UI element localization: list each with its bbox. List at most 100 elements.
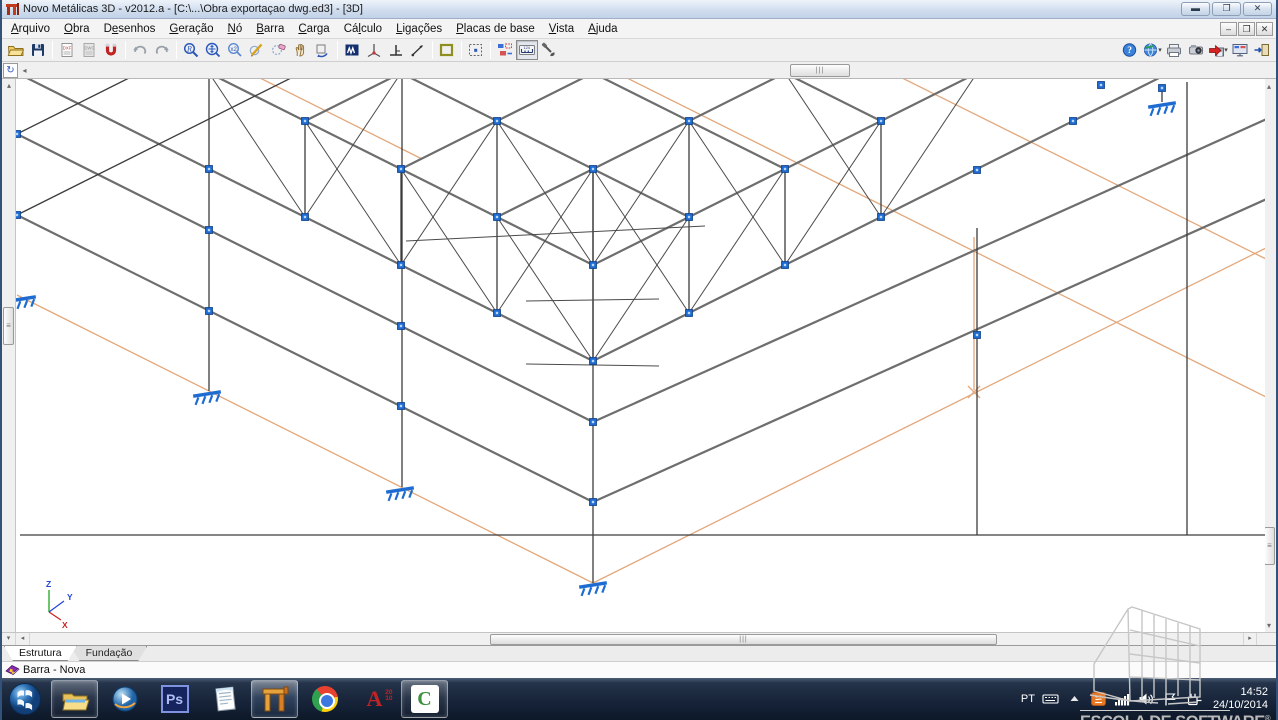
start-button[interactable] (5, 679, 45, 719)
structure-canvas[interactable]: ZYX (16, 79, 1265, 632)
pan-button[interactable] (290, 40, 312, 60)
workspace: ↻ ◂ ||| ▴ ≡ ▴ ≡ ▾ ZYX ESCOLA DE (2, 62, 1276, 632)
menu-ajuda[interactable]: Ajuda (581, 21, 624, 37)
snap-grid-button[interactable] (465, 40, 487, 60)
keyboard-icon[interactable] (1042, 691, 1059, 707)
taskbar-photoshop[interactable]: Ps (151, 680, 198, 718)
bottom-scrollbar: ▾ ◂ ||| ▸ (2, 632, 1276, 645)
dropdown-arrow-icon[interactable]: ▾ (1158, 46, 1162, 54)
status-text: Barra - Nova (23, 664, 85, 676)
taskbar-autocad[interactable]: A2010 (351, 680, 398, 718)
svg-text:?: ? (1127, 46, 1132, 56)
tab-funda-o[interactable]: Fundação (71, 646, 148, 661)
toolbar-separator (432, 41, 433, 59)
layer-config-button[interactable] (494, 40, 516, 60)
power-plug-icon[interactable] (1186, 691, 1203, 707)
mdi-minimize-button[interactable]: – (1220, 22, 1237, 36)
scroll-left-arrow[interactable]: ◂ (18, 63, 31, 78)
svg-text:x2: x2 (231, 47, 238, 53)
command-book-icon (4, 663, 20, 677)
print-button[interactable] (1163, 40, 1185, 60)
network-signal-icon[interactable] (1114, 691, 1131, 707)
left-scrollbar-thumb[interactable]: ≡ (3, 307, 14, 345)
zoom-previous-button[interactable]: R (180, 40, 202, 60)
menu-arquivo[interactable]: Arquivo (4, 21, 57, 37)
taskbar-explorer[interactable] (51, 680, 98, 718)
zoom-window-button[interactable] (246, 40, 268, 60)
toolbar-separator (125, 41, 126, 59)
action-center-flag-icon[interactable] (1162, 691, 1179, 707)
scroll-down-arrow-left[interactable]: ▾ (2, 633, 16, 645)
open-button[interactable] (5, 40, 27, 60)
tray-clock[interactable]: 14:5224/10/2014 (1213, 686, 1268, 712)
menu-desenhos[interactable]: Desenhos (97, 21, 163, 37)
right-scrollbar-thumb[interactable]: ≡ (1264, 527, 1275, 565)
menu-gera-o[interactable]: Geração (162, 21, 220, 37)
svg-text:R: R (186, 45, 192, 54)
incline-button[interactable] (407, 40, 429, 60)
save-button[interactable] (27, 40, 49, 60)
capture-magnet-button[interactable] (100, 40, 122, 60)
taskbar-media-player[interactable] (101, 680, 148, 718)
taskbar-chrome[interactable] (301, 680, 348, 718)
orbit-button[interactable] (312, 40, 334, 60)
view-rotate-button[interactable]: ↻ (3, 63, 18, 78)
tab-estrutura[interactable]: Estrutura (4, 646, 77, 661)
menu-barra[interactable]: Barra (249, 21, 291, 37)
top-scrollbar-thumb[interactable]: ||| (790, 64, 850, 77)
menu-c-lculo[interactable]: Cálculo (337, 21, 389, 37)
print-preview-button[interactable] (1185, 40, 1207, 60)
java-icon[interactable] (1090, 691, 1107, 707)
bottom-scrollbar-thumb[interactable]: ||| (490, 634, 997, 645)
zoom-delete-button[interactable] (268, 40, 290, 60)
mdi-close-button[interactable]: ✕ (1256, 22, 1273, 36)
svg-text:DXF: DXF (63, 46, 72, 51)
dropdown-arrow-icon[interactable]: ▾ (1224, 46, 1228, 54)
app-window: Novo Metálicas 3D - v2012.a - [C:\...\Ob… (0, 0, 1278, 720)
export-dwg-button[interactable]: DWG (78, 40, 100, 60)
restore-button[interactable]: ❐ (1212, 2, 1241, 16)
taskbar-notepad[interactable] (201, 680, 248, 718)
scroll-up-arrow[interactable]: ▴ (2, 81, 16, 90)
zoom-extents-button[interactable] (202, 40, 224, 60)
tools-button[interactable] (538, 40, 560, 60)
system-tray: PT 14:5224/10/2014 (1021, 678, 1274, 720)
menu-bar: ArquivoObraDesenhosGeraçãoNóBarraCargaCá… (2, 19, 1276, 39)
volume-icon[interactable] (1138, 691, 1155, 707)
status-bar: Barra - Nova (2, 661, 1276, 678)
scroll-left-arrow-bottom[interactable]: ◂ (16, 633, 30, 645)
svg-text:Z: Z (46, 579, 51, 589)
menu-vista[interactable]: Vista (542, 21, 581, 37)
ortho-box-button[interactable] (436, 40, 458, 60)
undo-button[interactable] (129, 40, 151, 60)
menu-liga-es[interactable]: Ligações (389, 21, 449, 37)
menu-obra[interactable]: Obra (57, 21, 97, 37)
sheet-tabs: EstruturaFundação (2, 645, 1276, 661)
show-hidden-icons[interactable] (1066, 691, 1083, 707)
perpendicular-button[interactable] (385, 40, 407, 60)
exit-button[interactable] (1251, 40, 1273, 60)
help-button[interactable]: ? (1119, 40, 1141, 60)
screen-config-button[interactable] (1229, 40, 1251, 60)
web-services-button[interactable]: ▾ (1141, 40, 1163, 60)
support-symbols (16, 103, 1177, 596)
zoom-x2-button[interactable]: x2 (224, 40, 246, 60)
menu-n-[interactable]: Nó (221, 21, 250, 37)
scroll-right-arrow-bottom[interactable]: ▸ (1243, 633, 1257, 645)
tray-date: 24/10/2014 (1213, 699, 1268, 712)
measure-button[interactable]: 124 (516, 40, 538, 60)
taskbar-camtasia[interactable]: C (401, 680, 448, 718)
mdi-restore-button[interactable]: ❐ (1238, 22, 1255, 36)
menu-placas-de-base[interactable]: Placas de base (449, 21, 542, 37)
export-save-button[interactable]: ▾ (1207, 40, 1229, 60)
export-dxf-button[interactable]: DXF (56, 40, 78, 60)
minimize-button[interactable]: ▬ (1181, 2, 1210, 16)
taskbar-metalicas[interactable] (251, 680, 298, 718)
structure-viewport[interactable]: ZYX (16, 79, 1265, 632)
redo-button[interactable] (151, 40, 173, 60)
node-axes-button[interactable] (363, 40, 385, 60)
tray-language[interactable]: PT (1021, 693, 1035, 705)
menu-carga[interactable]: Carga (291, 21, 336, 37)
close-button[interactable]: ✕ (1243, 2, 1272, 16)
find-window-button[interactable] (341, 40, 363, 60)
